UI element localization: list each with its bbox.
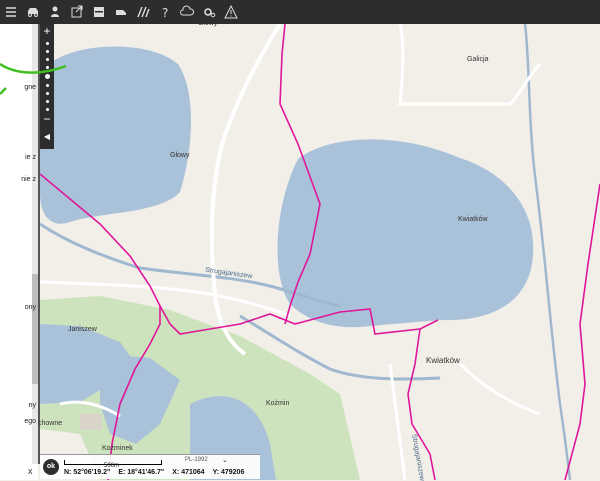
status-bar: ok 500m PL-1992 ⌄ N: 52°06'19.2" E: 18°4… [40, 454, 260, 479]
label-kozmin: Koźmin [266, 400, 290, 407]
close-panel-button[interactable]: x [28, 466, 33, 476]
side-text-line: ny [28, 402, 36, 409]
export-icon[interactable] [66, 1, 88, 23]
cloud-icon[interactable] [176, 1, 198, 23]
side-text-line: ie z [25, 154, 36, 161]
longitude-value: E: 18°41'46.7" [118, 469, 165, 476]
layout-icon[interactable] [88, 1, 110, 23]
label-kwiatkow-lake: Kwiatków [458, 216, 488, 223]
person-icon[interactable] [44, 1, 66, 23]
label-janiszew: Janiszew [68, 326, 97, 333]
label-galicja: Galicja [467, 56, 489, 63]
zoom-level-dot[interactable] [46, 108, 49, 111]
vehicle-icon[interactable] [110, 1, 132, 23]
side-text-line: ony [24, 304, 36, 311]
label-glowy-lake: Głowy [170, 152, 190, 159]
projection-label[interactable]: PL-1992 [185, 457, 208, 463]
warning-icon[interactable] [220, 1, 242, 23]
help-icon[interactable]: ? [154, 1, 176, 23]
side-scroll-thumb[interactable] [32, 274, 38, 384]
hatch-icon[interactable] [132, 1, 154, 23]
chevron-down-icon[interactable]: ⌄ [222, 456, 228, 464]
label-kozminek: Koźminek [102, 445, 133, 452]
x-coordinate: X: 471064 [172, 469, 205, 476]
label-glowy-top: Głowy [198, 20, 218, 27]
green-arc-decoration [0, 62, 67, 95]
coordinate-readout: N: 52°06'19.2" E: 18°41'46.7" X: 471064 … [64, 469, 244, 476]
svg-text:?: ? [162, 6, 168, 19]
top-toolbar: ? [0, 0, 600, 24]
label-chowne: chowne [38, 420, 63, 427]
map-layer [40, 24, 600, 480]
y-coordinate: Y: 479206 [212, 469, 245, 476]
collapse-panel-button[interactable]: ◀ [40, 128, 54, 146]
side-text-line: ego [24, 418, 36, 425]
zoom-out-button[interactable]: − [40, 112, 54, 126]
car-icon[interactable] [22, 1, 44, 23]
building [80, 414, 102, 430]
label-kwiatkow-village: Kwiatków [426, 356, 460, 365]
map-canvas[interactable]: Głowy Głowy Galicja Kwiatków Kwiatków St… [38, 20, 600, 481]
menu-icon[interactable] [0, 1, 22, 23]
ok-button[interactable]: ok [43, 459, 59, 475]
latitude-value: N: 52°06'19.2" [64, 469, 111, 476]
side-text-line: nie z [21, 176, 36, 183]
